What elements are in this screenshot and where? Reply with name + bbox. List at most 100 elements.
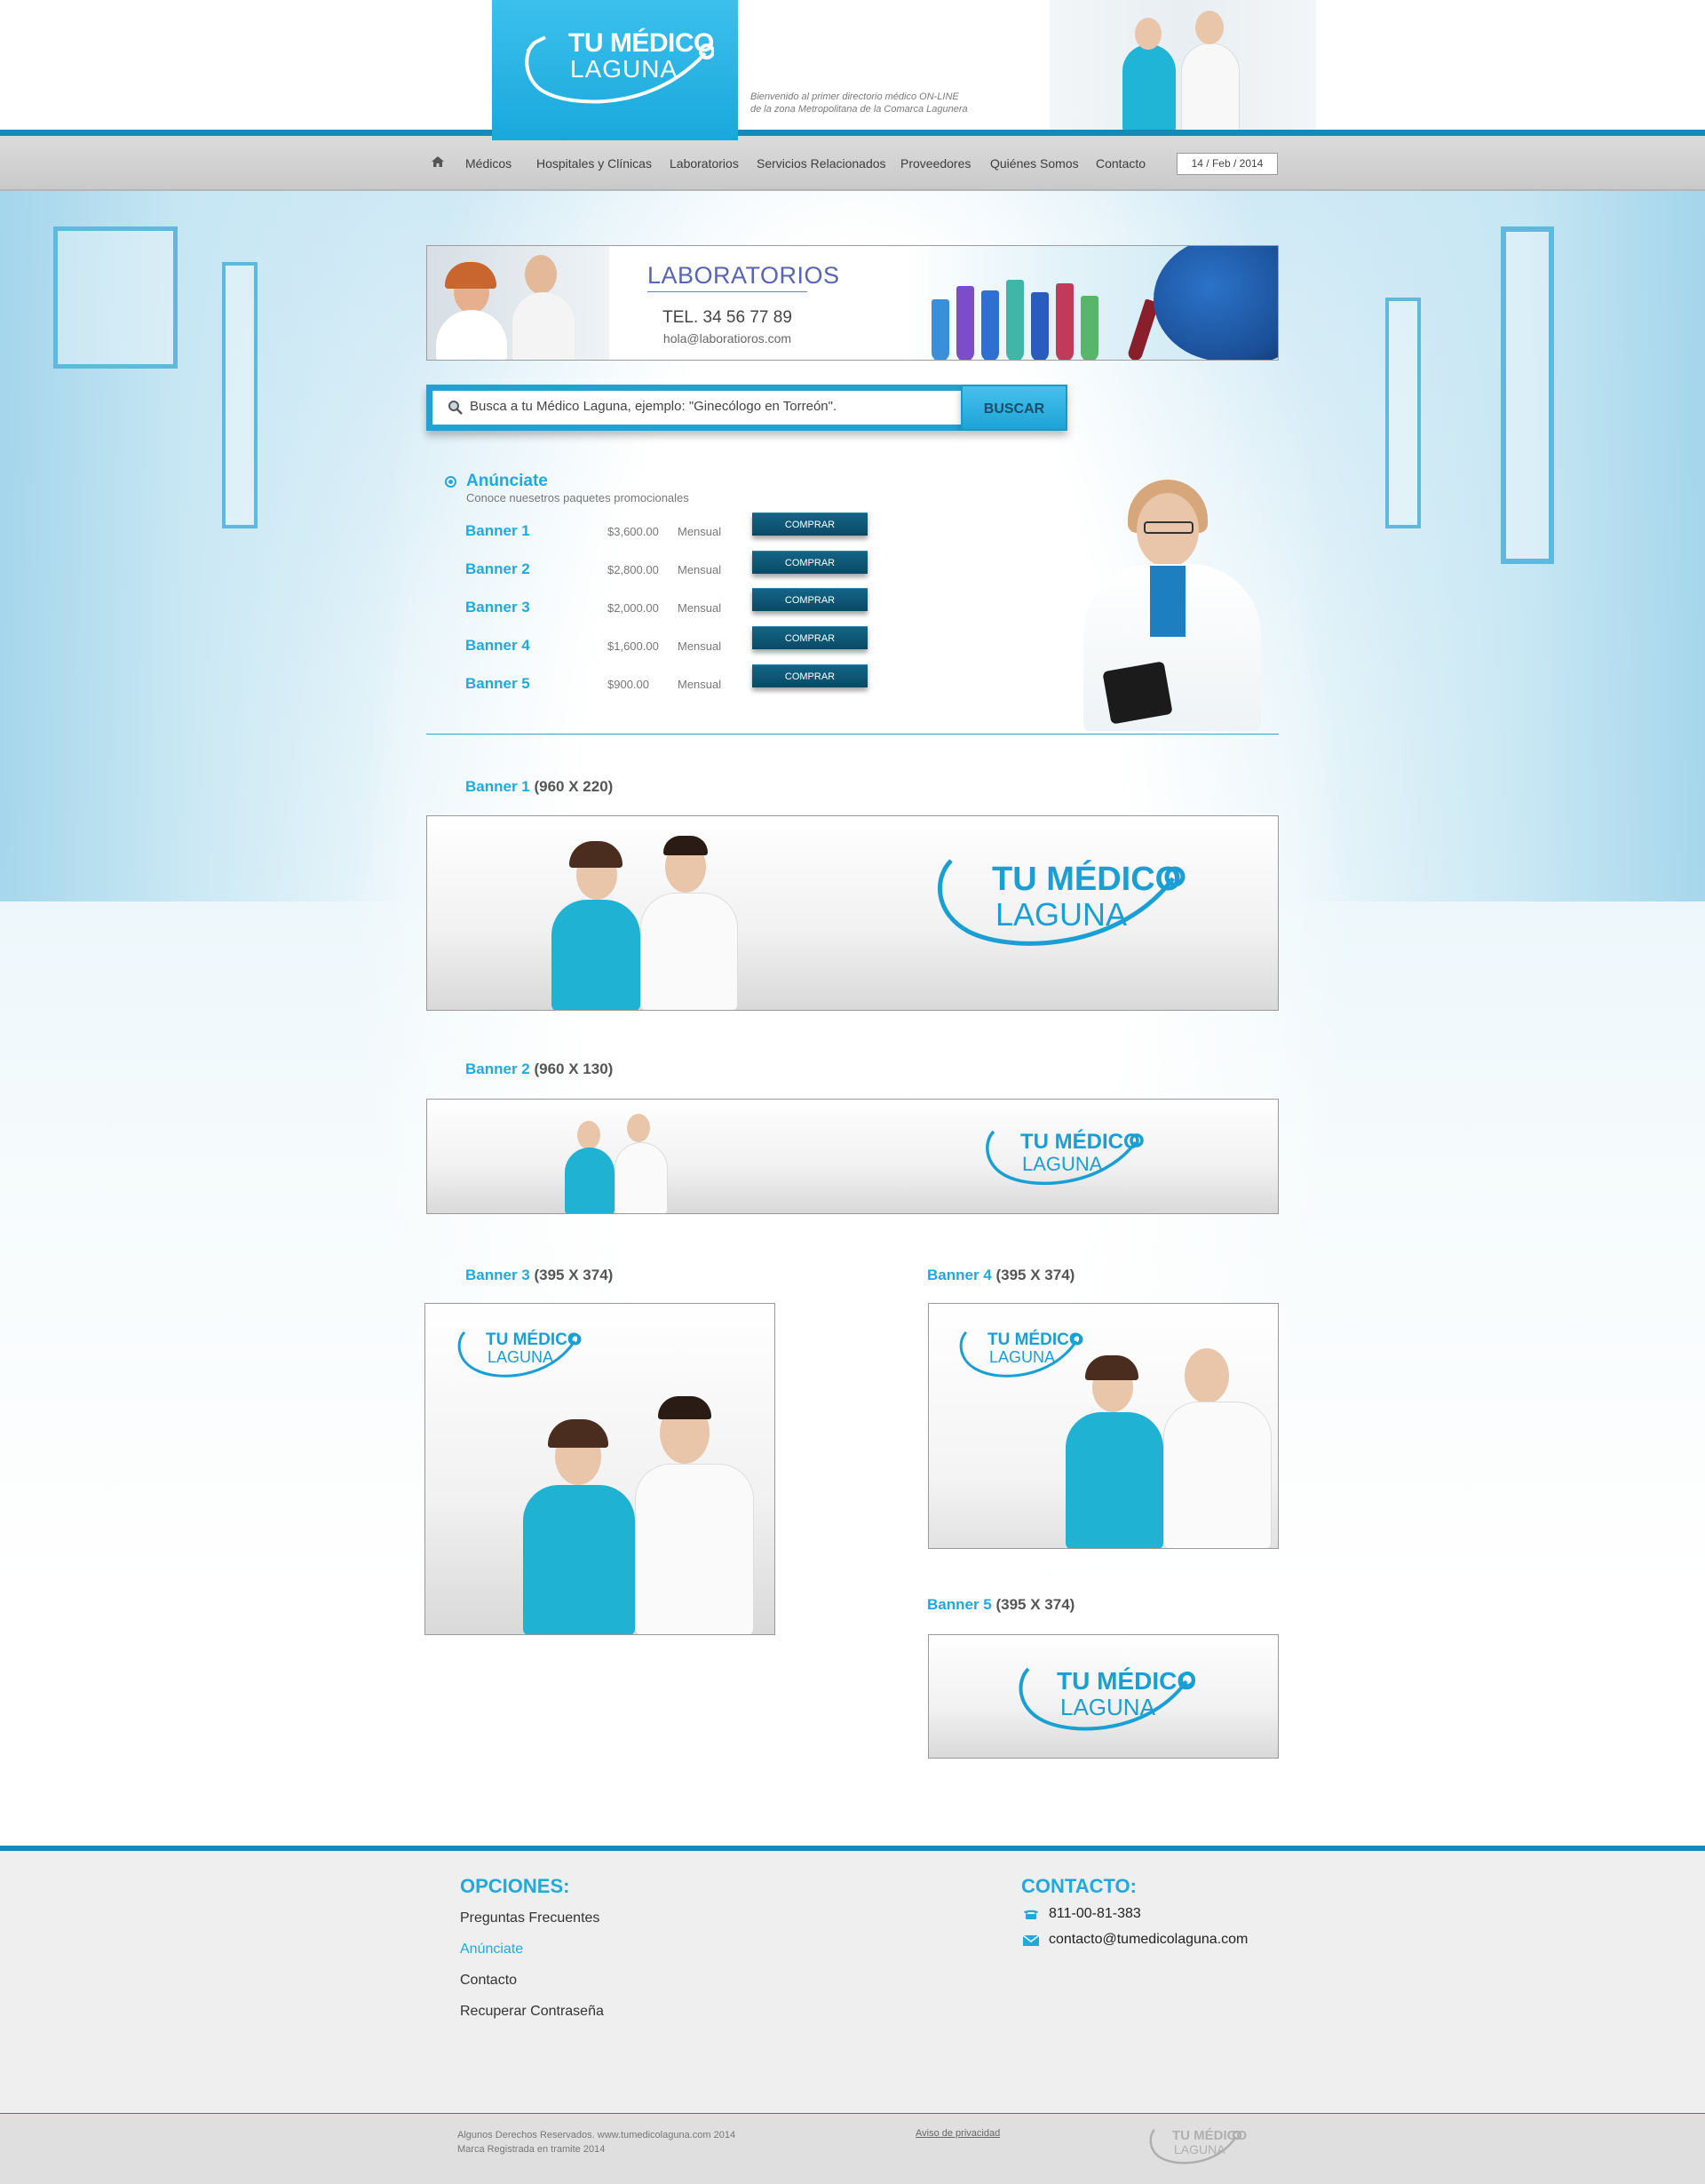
logo-name-line2: LAGUNA	[1174, 2142, 1225, 2156]
logo-name-line2: LAGUNA	[1060, 1694, 1155, 1720]
anunciate-title: Anúnciate	[466, 472, 548, 490]
banner-4-name: Banner 4	[927, 1267, 992, 1283]
subfooter	[0, 2114, 1705, 2184]
corridor-door-right	[1501, 226, 1554, 564]
banner-3-label: Banner 3 (395 X 374)	[465, 1267, 613, 1284]
tu-medico-laguna-logo: TU MÉDICO LAGUNA	[978, 1119, 1146, 1199]
logo-name-line1: TU MÉDICO	[987, 1330, 1082, 1349]
test-tube	[1056, 283, 1074, 360]
nav-item-hospitales[interactable]: Hospitales y Clínicas	[536, 156, 652, 171]
package-price: $3,600.00	[607, 525, 659, 538]
package-name: Banner 1	[465, 522, 530, 539]
nav-top-line	[0, 130, 1705, 136]
package-period: Mensual	[678, 563, 722, 576]
glasses-icon	[1144, 521, 1194, 534]
banner-1-dims: (960 X 220)	[534, 778, 614, 795]
banner-1-label: Banner 1 (960 X 220)	[465, 778, 613, 796]
doctor-female-scrubs	[551, 900, 640, 1010]
search-icon	[448, 401, 463, 415]
corridor-door-left	[53, 226, 178, 369]
banner-3-dims: (395 X 374)	[534, 1267, 614, 1283]
doctor-female-head	[1135, 18, 1162, 50]
banner-4-dims: (395 X 374)	[995, 1267, 1075, 1283]
privacy-link[interactable]: Aviso de privacidad	[916, 2128, 1000, 2139]
anunciate-radio-icon	[445, 476, 456, 488]
doctor-male-head	[1185, 1348, 1229, 1403]
nav-item-medicos[interactable]: Médicos	[465, 156, 512, 171]
banner-5-name: Banner 5	[927, 1596, 992, 1613]
test-tube	[932, 299, 949, 360]
copyright-line1: Algunos Derechos Reservados. www.tumedic…	[457, 2130, 736, 2140]
doctor-female-head	[577, 1121, 600, 1149]
scientist-2-coat	[512, 292, 575, 360]
buy-banner-4-button[interactable]: COMPRAR	[752, 626, 868, 649]
package-period: Mensual	[678, 639, 722, 653]
doctor-male-coat	[640, 893, 738, 1010]
test-tube	[981, 290, 999, 360]
current-date: 14 / Feb / 2014	[1177, 153, 1278, 175]
footer-link-faq[interactable]: Preguntas Frecuentes	[460, 1910, 599, 1926]
header-doctors-photo	[1050, 0, 1316, 131]
tagline-line2: de la zona Metropolitana de la Comarca L…	[750, 104, 968, 115]
footer-link-contacto[interactable]: Contacto	[460, 1973, 517, 1989]
doctor-male-hair	[663, 836, 708, 855]
logo-name-line1: TU MÉDICO	[1172, 2128, 1248, 2143]
logo-name-line1: TU MÉDICO	[486, 1330, 581, 1349]
mail-icon	[1022, 1934, 1040, 1946]
site-header: TU MÉDICO LAGUNA Bienvenido al primer di…	[0, 0, 1705, 140]
footer-link-recuperar[interactable]: Recuperar Contraseña	[460, 2004, 604, 2020]
nav-item-servicios[interactable]: Servicios Relacionados	[757, 156, 886, 171]
buy-banner-3-button[interactable]: COMPRAR	[752, 588, 868, 611]
doctors-pair-image	[470, 1393, 754, 1634]
doctor-male-figure	[1181, 43, 1240, 131]
package-name: Banner 5	[465, 675, 530, 692]
section-divider	[426, 734, 1279, 735]
laboratorios-ad-banner[interactable]: LABORATORIOS TEL. 34 56 77 89 hola@labor…	[426, 245, 1279, 361]
banner-2-sample: TU MÉDICO LAGUNA	[426, 1099, 1279, 1214]
footer-link-anunciate[interactable]: Anúnciate	[460, 1942, 523, 1958]
main-nav: Médicos Hospitales y Clínicas Laboratori…	[0, 136, 1705, 191]
doctor-female-scrubs	[1066, 1412, 1163, 1548]
buy-banner-2-button[interactable]: COMPRAR	[752, 551, 868, 574]
doctor-male-head	[627, 1114, 650, 1142]
search-button[interactable]: BUSCAR	[961, 385, 1067, 431]
lab-scientists-photo	[427, 246, 609, 360]
nav-item-quienes-somos[interactable]: Quiénes Somos	[990, 156, 1079, 171]
buy-banner-1-button[interactable]: COMPRAR	[752, 512, 868, 536]
banner-3-sample: TU MÉDICO LAGUNA	[424, 1303, 775, 1635]
footer-phone: 811-00-81-383	[1049, 1906, 1141, 1921]
home-icon[interactable]	[431, 155, 445, 168]
tu-medico-laguna-logo: TU MÉDICO LAGUNA	[1011, 1656, 1197, 1745]
logo-name-line1: TU MÉDICO	[1020, 1130, 1140, 1154]
logo-name-line1: TU MÉDICO	[568, 28, 714, 58]
scientist-2-head	[525, 255, 557, 294]
package-price: $2,000.00	[607, 601, 659, 615]
gloved-hand	[1154, 246, 1278, 360]
phone-icon	[1024, 1910, 1038, 1919]
site-tagline: Bienvenido al primer directorio médico O…	[750, 91, 1043, 115]
logo-name-line2: LAGUNA	[488, 1348, 554, 1366]
footer-logo: TU MÉDICO LAGUNA	[1146, 2123, 1247, 2172]
buy-banner-5-button[interactable]: COMPRAR	[752, 664, 868, 687]
doctor-with-tablet-photo	[1057, 466, 1274, 731]
nav-item-contacto[interactable]: Contacto	[1096, 156, 1146, 171]
test-tube	[1031, 292, 1049, 360]
site-logo[interactable]: TU MÉDICO LAGUNA	[492, 0, 738, 140]
doctors-pair-image	[538, 1110, 671, 1213]
package-period: Mensual	[678, 601, 722, 615]
test-tube	[956, 286, 974, 360]
banner-2-dims: (960 X 130)	[534, 1060, 614, 1077]
search-placeholder: Busca a tu Médico Laguna, ejemplo: "Gine…	[470, 399, 837, 414]
footer-email[interactable]: contacto@tumedicolaguna.com	[1049, 1932, 1248, 1948]
doctors-pair-image	[1027, 1348, 1275, 1548]
package-name: Banner 2	[465, 560, 530, 577]
footer-contact-title: CONTACTO:	[1021, 1875, 1137, 1897]
nav-item-proveedores[interactable]: Proveedores	[900, 156, 971, 171]
copyright: Algunos Derechos Reservados. www.tumedic…	[457, 2128, 735, 2156]
background-hospital-corridor	[0, 191, 1705, 1843]
nav-item-laboratorios[interactable]: Laboratorios	[670, 156, 739, 171]
banner-3-name: Banner 3	[465, 1267, 530, 1283]
package-name: Banner 4	[465, 637, 530, 654]
package-price: $900.00	[607, 678, 649, 691]
doctors-pair-image	[507, 834, 738, 1010]
